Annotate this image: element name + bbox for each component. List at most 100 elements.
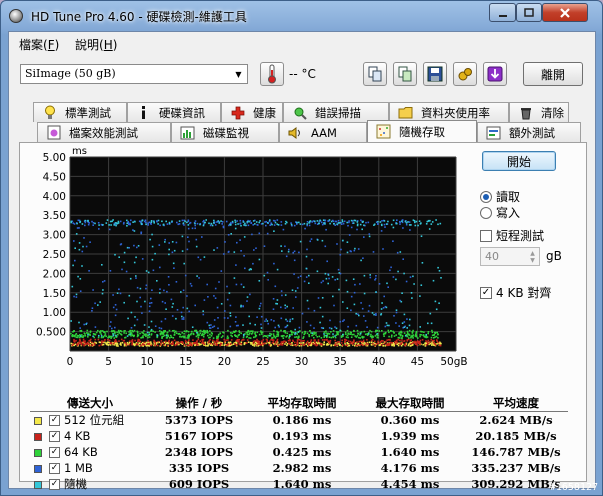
scatter-point (303, 343, 306, 345)
scatter-point (256, 338, 258, 341)
scatter-point (285, 255, 288, 258)
result-name-cell[interactable]: ✓ 4 KB (30, 428, 150, 444)
scatter-point (206, 329, 208, 332)
stepper-arrows-icon[interactable]: ▲ ▼ (526, 248, 539, 265)
scatter-point (321, 343, 323, 346)
tab-error-scan[interactable]: 錯誤掃描 (283, 102, 389, 122)
col-transfer-size: 傳送大小 (67, 396, 113, 410)
scatter-point (85, 323, 87, 325)
scatter-point (123, 301, 125, 304)
tab-random-access[interactable]: 隨機存取 (367, 120, 477, 142)
scatter-point (341, 219, 344, 221)
scatter-point (258, 307, 261, 310)
close-button[interactable] (542, 3, 588, 22)
scatter-point (204, 341, 206, 344)
series-checkbox[interactable]: ✓ (49, 479, 60, 490)
align-4kb-checkbox[interactable]: ✓ 4 KB 對齊 (480, 284, 551, 301)
scatter-point (140, 337, 142, 339)
tab-file-benchmark[interactable]: 檔案效能測試 (37, 122, 171, 142)
scatter-point (111, 327, 113, 330)
short-test-box (480, 229, 492, 242)
scatter-point (238, 343, 240, 345)
scatter-point (99, 301, 101, 303)
scatter-point (115, 345, 118, 347)
scatter-point (303, 339, 305, 342)
scatter-point (273, 330, 275, 332)
scatter-point (414, 335, 417, 337)
tab-erase[interactable]: 清除 (509, 102, 569, 122)
scatter-point (380, 344, 383, 346)
scatter-point (360, 259, 362, 262)
scatter-point (126, 246, 129, 249)
scatter-point (288, 343, 291, 345)
series-checkbox[interactable]: ✓ (49, 415, 60, 426)
tab-health[interactable]: 健康 (221, 102, 283, 122)
scatter-point (325, 228, 327, 231)
x-tick-label: 25 (256, 356, 269, 368)
scatter-point (220, 336, 223, 339)
scatter-point (217, 335, 220, 337)
menu-file[interactable]: 檔案(F) (19, 36, 59, 53)
scatter-point (325, 332, 327, 334)
scatter-point (288, 334, 291, 336)
title-bar[interactable]: HD Tune Pro 4.60 - 硬碟檢測-維護工具 (1, 1, 602, 31)
short-test-checkbox[interactable]: 短程測試 (480, 227, 544, 244)
scatter-point (359, 332, 362, 335)
scatter-point (161, 300, 164, 303)
scatter-point (414, 221, 416, 224)
maximize-button[interactable] (516, 3, 542, 22)
minimize-button[interactable] (489, 3, 516, 22)
write-radio[interactable]: 寫入 (480, 204, 520, 221)
start-button[interactable]: 開始 (482, 151, 556, 171)
scatter-point (86, 343, 88, 345)
series-checkbox[interactable]: ✓ (49, 463, 60, 474)
scatter-point (203, 299, 206, 301)
scatter-point (385, 306, 388, 309)
temperature-button[interactable] (260, 62, 284, 86)
scatter-point (243, 334, 245, 337)
scatter-point (132, 330, 134, 333)
copy-button[interactable] (363, 62, 387, 86)
save-button[interactable] (423, 62, 447, 86)
random-access-panel: 5.00 4.50 4.00 3.50 3.00 2.50 2.00 1.50 1.00 0.50… (19, 142, 587, 491)
scatter-point (117, 220, 120, 223)
tab-benchmark[interactable]: 標準測試 (33, 102, 127, 122)
short-test-size-stepper[interactable]: 40 ▲ ▼ (480, 247, 540, 266)
scatter-point (89, 334, 91, 336)
tab-info[interactable]: 硬碟資訊 (127, 102, 221, 122)
scatter-point (372, 251, 375, 253)
result-name-cell[interactable]: ✓ 64 KB (30, 444, 150, 460)
tab-disk-monitor[interactable]: 磁碟監視 (171, 122, 279, 142)
options-button[interactable] (453, 62, 477, 86)
read-radio[interactable]: 讀取 (480, 188, 520, 205)
copy-screenshot-button[interactable] (393, 62, 417, 86)
scatter-point (102, 289, 104, 291)
result-name-cell[interactable]: ✓ 1 MB (30, 460, 150, 476)
scatter-point (88, 270, 90, 272)
tab-aam[interactable]: AAM (279, 122, 367, 142)
scatter-point (330, 331, 332, 333)
scatter-point (306, 224, 308, 227)
exit-button[interactable]: 離開 (523, 62, 583, 86)
result-name-cell[interactable]: ✓ 512 位元組 (30, 412, 150, 429)
scatter-point (78, 321, 80, 324)
scatter-point (100, 336, 103, 339)
download-button[interactable] (483, 62, 507, 86)
drive-select[interactable]: SiImage (50 gB) ▼ (20, 64, 248, 84)
result-name-cell[interactable]: ✓ 隨機 (30, 476, 150, 492)
scatter-point (194, 304, 196, 307)
menu-help[interactable]: 說明(H) (75, 36, 117, 53)
scatter-point (186, 330, 188, 332)
scatter-point (235, 264, 237, 266)
scatter-point (273, 262, 275, 265)
scatter-point (255, 247, 257, 249)
scatter-point (171, 251, 174, 254)
scatter-point (439, 341, 441, 344)
tab-folder-usage[interactable]: 資料夾使用率 (389, 102, 509, 122)
scatter-point (303, 280, 306, 283)
series-checkbox[interactable]: ✓ (49, 431, 60, 442)
series-checkbox[interactable]: ✓ (49, 447, 60, 458)
scatter-point (377, 220, 379, 223)
tab-extra-tests[interactable]: 額外測試 (477, 122, 581, 142)
scatter-point (242, 221, 245, 223)
